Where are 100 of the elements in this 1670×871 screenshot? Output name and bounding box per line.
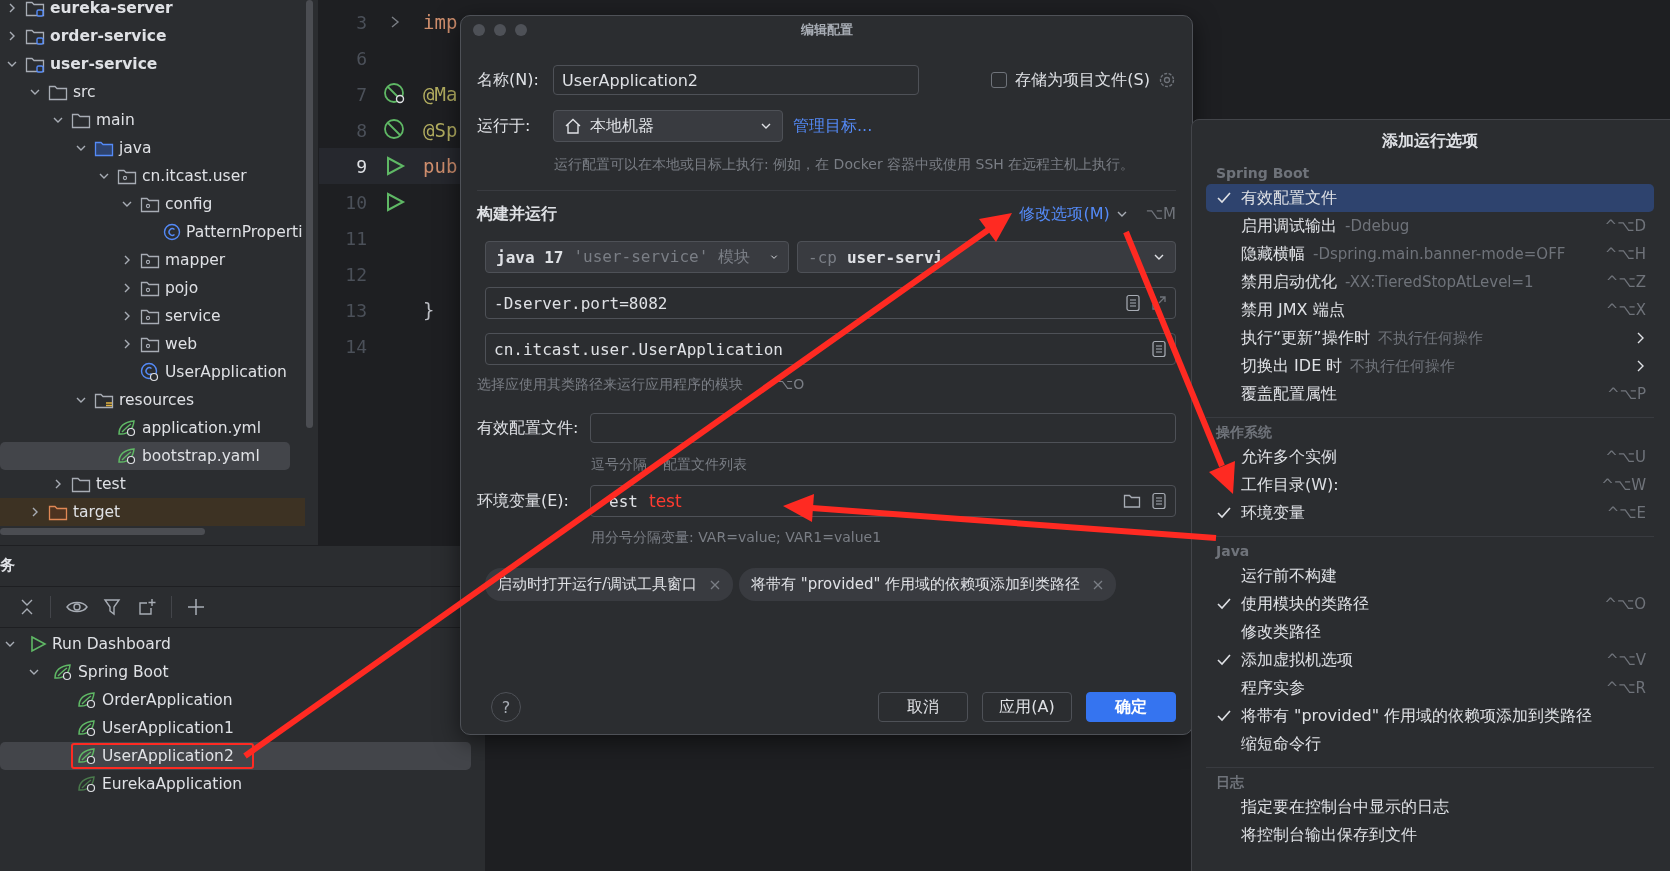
menu-item[interactable]: 有效配置文件 xyxy=(1206,184,1654,212)
menu-item[interactable]: 工作目录(W): ^⌥W xyxy=(1206,471,1654,499)
menu-item[interactable]: 指定要在控制台中显示的日志 xyxy=(1206,793,1654,821)
line-number: 9 xyxy=(355,155,367,177)
class-icon xyxy=(163,223,181,241)
spring-class-icon xyxy=(140,362,160,382)
tree-item[interactable]: application.yml xyxy=(0,414,305,442)
manage-targets-link[interactable]: 管理目标... xyxy=(793,115,873,137)
menu-item[interactable]: 环境变量 ^⌥E xyxy=(1206,499,1654,527)
menu-item[interactable]: 修改类路径 xyxy=(1206,618,1654,646)
folder-icon xyxy=(25,27,45,45)
folder-icon xyxy=(94,391,114,409)
menu-item[interactable]: 缩短命令行 xyxy=(1206,730,1654,758)
menu-item[interactable]: 运行前不构建 xyxy=(1206,562,1654,590)
option-chip[interactable]: 将带有 "provided" 作用域的依赖项添加到类路径 xyxy=(739,568,1117,601)
run-icon xyxy=(29,635,47,653)
tree-item[interactable]: order-service xyxy=(0,22,305,50)
tree-item[interactable]: src xyxy=(0,78,305,106)
run-configuration-item[interactable]: Run Dashboard xyxy=(0,630,471,658)
profiles-field[interactable] xyxy=(590,413,1176,443)
hint-text: 用分号分隔变量: VAR=value; VAR1=value1 xyxy=(591,529,883,546)
classpath-dropdown[interactable]: -cp user-servi xyxy=(797,241,1176,273)
menu-item[interactable]: 禁用启动优化 -XX:TieredStopAtLevel=1 ^⌥Z xyxy=(1206,268,1654,296)
menu-item[interactable]: 将带有 "provided" 作用域的依赖项添加到类路径 xyxy=(1206,702,1654,730)
menu-group-title: 日志 xyxy=(1215,773,1245,792)
tree-item[interactable]: bootstrap.yaml xyxy=(0,442,290,470)
run-target-dropdown[interactable]: 本地机器 xyxy=(553,110,783,142)
fold-icon[interactable] xyxy=(389,15,401,29)
tree-item[interactable]: pojo xyxy=(0,274,305,302)
new-tab-icon[interactable] xyxy=(137,598,157,616)
folder-icon[interactable] xyxy=(1123,493,1141,509)
checkbox[interactable] xyxy=(991,72,1008,88)
settings-icon[interactable] xyxy=(1158,71,1176,89)
tree-item[interactable]: config xyxy=(0,190,305,218)
package-icon xyxy=(140,195,160,213)
scrollbar[interactable] xyxy=(0,528,205,535)
close-icon[interactable] xyxy=(709,578,722,591)
menu-item[interactable]: 禁用 JMX 端点 ^⌥X xyxy=(1206,296,1654,324)
tree-item[interactable]: main xyxy=(0,106,305,134)
menu-item[interactable]: 切换出 IDE 时 不执行任何操作 xyxy=(1206,352,1654,380)
menu-item[interactable]: 执行“更新”操作时 不执行任何操作 xyxy=(1206,324,1654,352)
tree-item[interactable]: user-service xyxy=(0,50,305,78)
tree-item[interactable]: UserApplication xyxy=(0,358,305,386)
tree-item[interactable]: resources xyxy=(0,386,305,414)
dialog-button[interactable]: 取消 xyxy=(878,692,968,722)
filter-icon[interactable] xyxy=(103,598,123,616)
tree-item[interactable]: eureka-server xyxy=(0,0,305,22)
ok-button[interactable]: 确定 xyxy=(1086,692,1176,722)
name-field[interactable]: UserApplication2 xyxy=(553,65,919,95)
run-configuration-item[interactable]: EurekaApplication xyxy=(0,770,471,798)
expand-icon[interactable] xyxy=(1151,295,1167,311)
tree-item[interactable]: java xyxy=(0,134,305,162)
modify-options-link[interactable]: 修改选项(M) xyxy=(1019,203,1110,225)
spring-leaf-icon xyxy=(117,419,137,437)
scrollbar[interactable] xyxy=(306,0,313,428)
folder-icon xyxy=(48,83,68,101)
document-icon[interactable] xyxy=(1151,492,1167,510)
run-configuration-item[interactable]: OrderApplication xyxy=(0,686,471,714)
run-icon[interactable] xyxy=(384,155,406,177)
folder-icon xyxy=(71,111,91,129)
tree-item[interactable]: service xyxy=(0,302,305,330)
jdk-dropdown[interactable]: java 17 'user-service' 模块 xyxy=(485,241,789,273)
tree-item[interactable]: target xyxy=(0,498,305,526)
menu-item[interactable]: 使用模块的类路径 ^⌥O xyxy=(1206,590,1654,618)
vm-options-field[interactable]: -Dserver.port=8082 xyxy=(485,287,1176,319)
run-icon[interactable] xyxy=(384,191,406,213)
document-icon[interactable] xyxy=(1151,340,1167,358)
bean-icon[interactable] xyxy=(383,82,407,106)
window-title: 编辑配置 xyxy=(800,21,853,39)
tree-item[interactable]: PatternProperti xyxy=(0,218,305,246)
run-configuration-item[interactable]: UserApplication1 xyxy=(0,714,471,742)
add-icon[interactable] xyxy=(186,597,206,617)
menu-item[interactable]: 添加虚拟机选项 ^⌥V xyxy=(1206,646,1654,674)
close-icon[interactable] xyxy=(1092,578,1105,591)
spring-leaf-icon xyxy=(77,691,97,709)
bean-icon[interactable] xyxy=(383,118,407,142)
spring-leaf-icon xyxy=(77,719,97,737)
dialog-button[interactable]: 应用(A) xyxy=(982,692,1072,722)
menu-item[interactable]: 隐藏横幅 -Dspring.main.banner-mode=OFF ^⌥H xyxy=(1206,240,1654,268)
hint-text: 选择应使用其类路径来运行应用程序的模块 xyxy=(477,376,743,393)
option-chip[interactable]: 启动时打开运行/调试工具窗口 xyxy=(485,568,734,601)
document-icon[interactable] xyxy=(1125,294,1141,312)
menu-item[interactable]: 将控制台输出保存到文件 xyxy=(1206,821,1654,849)
run-configuration-item[interactable]: Spring Boot xyxy=(0,658,471,686)
main-class-field[interactable]: cn.itcast.user.UserApplication xyxy=(485,333,1176,365)
run-configuration-item[interactable]: UserApplication2 xyxy=(0,742,471,770)
menu-group-title: 操作系统 xyxy=(1215,423,1273,442)
tree-item[interactable]: mapper xyxy=(0,246,305,274)
tree-item[interactable]: test xyxy=(0,470,305,498)
menu-group-title: Java xyxy=(1214,542,1251,561)
menu-item[interactable]: 程序实参 ^⌥R xyxy=(1206,674,1654,702)
menu-group-title: Spring Boot xyxy=(1215,164,1311,183)
folder-icon xyxy=(71,475,91,493)
spring-leaf-icon xyxy=(117,447,137,465)
tree-item[interactable]: cn.itcast.user xyxy=(0,162,305,190)
menu-item[interactable]: 允许多个实例 ^⌥U xyxy=(1206,443,1654,471)
shortcut-text: ⌥O xyxy=(777,376,805,393)
tree-item[interactable]: web xyxy=(0,330,305,358)
menu-item[interactable]: 启用调试输出 -Ddebug ^⌥D xyxy=(1206,212,1654,240)
menu-item[interactable]: 覆盖配置属性 ^⌥P xyxy=(1206,380,1654,408)
